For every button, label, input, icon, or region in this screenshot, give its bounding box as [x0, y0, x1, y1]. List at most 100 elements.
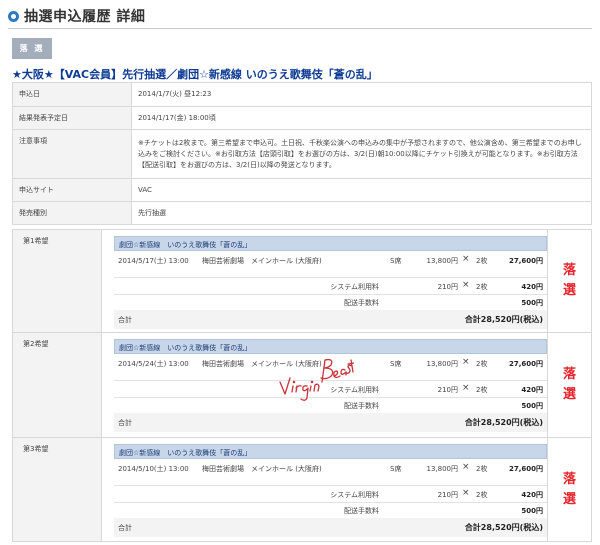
sum-row: 合計 合計28,520円(税込)	[114, 518, 547, 537]
sum-row: 合計 合計28,520円(税込)	[114, 413, 547, 432]
sum-row: 合計 合計28,520円(税込)	[114, 310, 547, 329]
sum-label: 合計	[118, 524, 132, 532]
info-row: 申込サイト VAC	[12, 178, 592, 202]
multiply-icon: ×	[462, 462, 470, 472]
result-char: 落	[562, 367, 576, 382]
venue: 梅田芸術劇場 メインホール (大阪府)	[202, 360, 322, 368]
fee-quantity: 2枚	[476, 386, 488, 394]
result-char: 選	[562, 387, 576, 402]
candidate-label: 第2希望	[13, 333, 102, 437]
performance-date: 2014/5/17(土) 13:00	[118, 257, 189, 265]
fee-total: 420円	[521, 283, 543, 291]
info-row: 申込日 2014/1/7(火) 昼12:23	[12, 82, 592, 107]
unit-price: 13,800円	[426, 257, 459, 265]
candidate-block: 第2希望 劇団☆新感線 いのうえ歌舞伎「蒼の乱」 2014/5/24(土) 13…	[12, 333, 592, 438]
fee-row: システム利用料 210円 × 2枚 420円	[114, 485, 547, 502]
fee-label: システム利用料	[330, 491, 379, 499]
delivery-label: 配送手数料	[344, 299, 379, 307]
performance-date: 2014/5/10(土) 13:00	[118, 465, 189, 473]
delivery-total: 500円	[521, 507, 543, 515]
seat-type: S席	[390, 257, 402, 265]
multiply-icon: ×	[462, 254, 470, 264]
multiply-icon: ×	[462, 383, 470, 393]
quantity: 2枚	[476, 465, 488, 473]
lottery-result: 落 選	[547, 333, 591, 437]
delivery-row: 配送手数料 500円	[114, 397, 547, 413]
result-char: 選	[562, 283, 576, 298]
fee-label: システム利用料	[330, 283, 379, 291]
sum-total: 合計28,520円(税込)	[464, 418, 543, 427]
delivery-row: 配送手数料 500円	[114, 502, 547, 518]
fee-quantity: 2枚	[476, 491, 488, 499]
fee-price: 210円	[437, 283, 458, 291]
info-value: VAC	[131, 178, 592, 202]
quantity: 2枚	[476, 257, 488, 265]
info-value: 2014/1/7(火) 昼12:23	[131, 82, 592, 107]
unit-price: 13,800円	[426, 465, 459, 473]
quantity: 2枚	[476, 360, 488, 368]
lottery-result: 落 選	[547, 438, 591, 541]
candidate-body: 劇団☆新感線 いのうえ歌舞伎「蒼の乱」 2014/5/24(土) 13:00 梅…	[102, 333, 547, 432]
sum-label: 合計	[118, 316, 132, 324]
header-divider	[8, 28, 592, 29]
info-label: 注意事項	[12, 129, 132, 179]
multiply-icon: ×	[462, 488, 470, 498]
candidate-label: 第3希望	[13, 438, 102, 541]
multiply-icon: ×	[462, 357, 470, 367]
ticket-total: 27,600円	[508, 360, 543, 368]
info-row: 発売種別 先行抽選	[12, 201, 592, 225]
venue: 梅田芸術劇場 メインホール (大阪府)	[202, 465, 322, 473]
info-row: 注意事項 ※チケットは2枚まで。第三希望まで申込可。土日祝、千秋楽公演への申込み…	[12, 129, 592, 179]
ticket-row: 2014/5/24(土) 13:00 梅田芸術劇場 メインホール (大阪府) S…	[114, 354, 547, 380]
delivery-label: 配送手数料	[344, 402, 379, 410]
fee-total: 420円	[521, 386, 543, 394]
multiply-icon: ×	[462, 280, 470, 290]
fee-price: 210円	[437, 386, 458, 394]
performance-title: 劇団☆新感線 いのうえ歌舞伎「蒼の乱」	[114, 236, 547, 251]
circle-bullet-icon	[8, 10, 19, 22]
application-info-table: 申込日 2014/1/7(火) 昼12:23 結果発表予定日 2014/1/17…	[12, 82, 592, 225]
status-badge: 落 選	[12, 38, 52, 59]
info-value: 先行抽選	[131, 201, 592, 225]
sum-label: 合計	[118, 419, 132, 427]
sum-total: 合計28,520円(税込)	[464, 523, 543, 532]
fee-price: 210円	[437, 491, 458, 499]
ticket-row: 2014/5/17(土) 13:00 梅田芸術劇場 メインホール (大阪府) S…	[114, 251, 547, 277]
sum-total: 合計28,520円(税込)	[464, 315, 543, 324]
performance-title: 劇団☆新感線 いのうえ歌舞伎「蒼の乱」	[114, 339, 547, 354]
ticket-total: 27,600円	[508, 465, 543, 473]
info-label: 発売種別	[12, 201, 132, 225]
delivery-total: 500円	[521, 402, 543, 410]
unit-price: 13,800円	[426, 360, 459, 368]
delivery-label: 配送手数料	[344, 507, 379, 515]
seat-type: S席	[390, 360, 402, 368]
fee-label: システム利用料	[330, 386, 379, 394]
info-label: 申込日	[12, 82, 132, 107]
event-title: ★大阪★【VAC会員】先行抽選／劇団☆新感線 いのうえ歌舞伎「蒼の乱」	[12, 68, 378, 81]
page-title: 抽選申込履歴 詳細	[24, 9, 146, 25]
result-char: 落	[562, 263, 576, 278]
result-char: 選	[562, 491, 576, 507]
venue: 梅田芸術劇場 メインホール (大阪府)	[202, 257, 322, 265]
candidate-block: 第3希望 劇団☆新感線 いのうえ歌舞伎「蒼の乱」 2014/5/10(土) 13…	[12, 438, 592, 542]
lottery-result: 落 選	[547, 230, 591, 332]
fee-quantity: 2枚	[476, 283, 488, 291]
candidate-body: 劇団☆新感線 いのうえ歌舞伎「蒼の乱」 2014/5/17(土) 13:00 梅…	[102, 230, 547, 329]
fee-row: システム利用料 210円 × 2枚 420円	[114, 277, 547, 294]
candidate-body: 劇団☆新感線 いのうえ歌舞伎「蒼の乱」 2014/5/10(土) 13:00 梅…	[102, 438, 547, 537]
candidate-label: 第1希望	[13, 230, 102, 332]
performance-date: 2014/5/24(土) 13:00	[118, 360, 189, 368]
delivery-row: 配送手数料 500円	[114, 294, 547, 310]
fee-row: システム利用料 210円 × 2枚 420円	[114, 380, 547, 397]
info-label: 申込サイト	[12, 178, 132, 202]
ticket-total: 27,600円	[508, 257, 543, 265]
delivery-total: 500円	[521, 299, 543, 307]
seat-type: S席	[390, 465, 402, 473]
info-value: 2014/1/17(金) 18:00頃	[131, 106, 592, 130]
candidate-block: 第1希望 劇団☆新感線 いのうえ歌舞伎「蒼の乱」 2014/5/17(土) 13…	[12, 230, 592, 333]
result-char: 落	[562, 471, 576, 487]
page-header: 抽選申込履歴 詳細	[8, 6, 145, 26]
info-value: ※チケットは2枚まで。第三希望まで申込可。土日祝、千秋楽公演への申込みの集中が予…	[131, 129, 592, 179]
fee-total: 420円	[521, 491, 543, 499]
info-row: 結果発表予定日 2014/1/17(金) 18:00頃	[12, 106, 592, 130]
